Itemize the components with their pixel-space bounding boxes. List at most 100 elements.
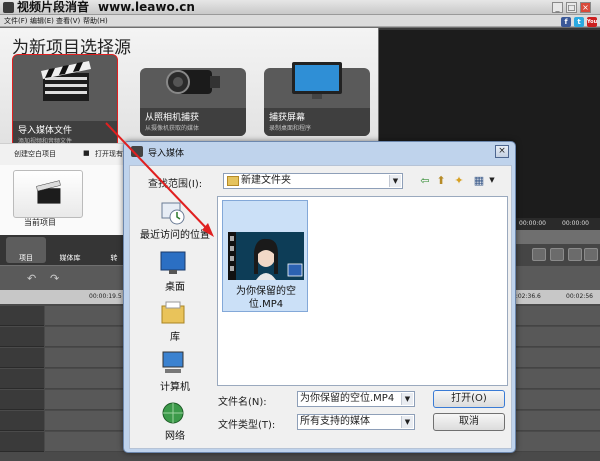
track-header[interactable] <box>0 432 44 452</box>
dialog-close-button[interactable]: × <box>495 145 509 158</box>
place-computer[interactable]: 计算机 <box>135 350 215 393</box>
file-name-label: 为你保留的空位.MP4 <box>236 286 296 310</box>
filename-field[interactable]: 为你保留的空位.MP4 ▼ <box>297 391 415 407</box>
watermark-text: www.leawo.cn <box>98 0 195 14</box>
recent-places-icon <box>161 202 185 225</box>
lookin-label: 查找范围(I): <box>148 179 203 190</box>
tab-project[interactable]: 项目 <box>6 237 46 263</box>
time-display: 00:00:00 00:00:00 <box>514 218 600 230</box>
chevron-down-icon[interactable]: ▼ <box>485 174 499 187</box>
tile-subtitle: 录制桌面和程序 <box>269 125 312 132</box>
undo-icon[interactable]: ↶ <box>27 272 36 285</box>
filetype-value: 所有支持的媒体 <box>300 416 370 427</box>
preview-controls <box>514 244 600 266</box>
camcorder-icon <box>166 70 220 94</box>
capture-screen-tile[interactable]: 捕获屏幕 录制桌面和程序 <box>264 62 370 136</box>
filetype-select[interactable]: 所有支持的媒体 ▼ <box>297 414 415 430</box>
track-header[interactable] <box>0 390 44 410</box>
place-desktop[interactable]: 桌面 <box>135 250 215 293</box>
track-header[interactable] <box>0 348 44 368</box>
track-header[interactable] <box>0 369 44 389</box>
capture-camera-tile[interactable]: 从照相机捕获 从摄像机获取的媒体 <box>140 68 246 136</box>
dialog-body: 查找范围(I): 新建文件夹 ▼ ⇦ ⬆ ✦ ▦ ▼ 最近访问的位置 桌面 库 … <box>129 165 512 449</box>
menu-help[interactable]: 帮助(H) <box>83 16 108 26</box>
tile-caption: 从照相机捕获 从摄像机获取的媒体 <box>140 108 246 136</box>
chevron-down-icon[interactable]: ▼ <box>389 175 401 187</box>
import-media-tile[interactable]: 导入媒体文件 添加视频和音频文件 <box>12 54 118 150</box>
folder-icon <box>227 176 239 186</box>
place-label: 网络 <box>165 431 185 442</box>
menu-view[interactable]: 查看(V) <box>56 16 80 26</box>
track-header[interactable] <box>0 411 44 431</box>
place-library[interactable]: 库 <box>135 300 215 343</box>
tile-title: 从照相机捕获 <box>145 113 200 123</box>
clapperboard-icon <box>41 61 91 101</box>
project-actions: 创建空白项目 ■ 打开现有项 <box>0 143 130 165</box>
time-current: 00:00:00 <box>519 220 546 227</box>
tab-media-library[interactable]: 媒体库 <box>50 237 90 263</box>
import-media-dialog: 导入媒体 × 查找范围(I): 新建文件夹 ▼ ⇦ ⬆ ✦ ▦ ▼ 最近访问的位… <box>123 141 516 453</box>
chevron-down-icon[interactable]: ▼ <box>401 416 413 428</box>
computer-icon <box>162 351 184 373</box>
place-recent[interactable]: 最近访问的位置 <box>135 200 215 248</box>
chevron-down-icon[interactable]: ▼ <box>401 393 413 405</box>
clapperboard-icon <box>36 180 61 204</box>
tile-caption: 捕获屏幕 录制桌面和程序 <box>264 108 370 136</box>
snapshot-icon[interactable] <box>550 248 564 261</box>
bottom-tabs: 项目 媒体库 转 <box>0 235 130 265</box>
menu-file[interactable]: 文件(F) <box>4 16 28 26</box>
app-icon <box>3 2 14 13</box>
place-label: 最近访问的位置 <box>140 230 210 241</box>
tile-subtitle: 从摄像机获取的媒体 <box>145 125 200 132</box>
places-bar: 最近访问的位置 桌面 库 计算机 网络 <box>135 196 215 442</box>
folder-icon: ■ <box>83 149 90 157</box>
open-button[interactable]: 打开(O) <box>433 390 505 408</box>
filename-label: 文件名(N): <box>218 397 267 408</box>
back-icon[interactable]: ⇦ <box>418 174 432 187</box>
current-project-label: 当前项目 <box>24 218 56 227</box>
time-total: 00:00:00 <box>562 220 589 227</box>
cancel-button[interactable]: 取消 <box>433 413 505 431</box>
desktop-icon <box>160 251 186 274</box>
maximize-button[interactable]: □ <box>566 2 577 13</box>
preview-top-bar <box>379 28 600 30</box>
track-header[interactable] <box>0 306 44 326</box>
filename-value: 为你保留的空位.MP4 <box>300 393 395 404</box>
library-icon <box>161 301 185 324</box>
title-bar: 视频片段消音 www.leawo.cn _ □ × <box>0 0 600 15</box>
aspect-icon[interactable] <box>532 248 546 261</box>
youtube-icon[interactable]: You <box>587 17 597 27</box>
current-project-thumbnail[interactable] <box>13 170 83 218</box>
facebook-icon[interactable]: f <box>561 17 571 27</box>
create-blank-project[interactable]: 创建空白项目 <box>14 149 56 159</box>
place-label: 库 <box>170 332 180 343</box>
file-list: 为你保留的空位.MP4 <box>217 196 508 386</box>
dialog-app-icon <box>131 146 143 157</box>
place-label: 计算机 <box>160 382 190 393</box>
ruler-tick: 00:00:19.5 <box>89 293 122 300</box>
view-menu-icon[interactable]: ▦ <box>472 174 486 187</box>
project-area: 当前项目 <box>0 165 130 235</box>
network-icon <box>162 402 184 424</box>
menu-edit[interactable]: 编辑(E) <box>30 16 54 26</box>
tile-title: 捕获屏幕 <box>269 113 306 123</box>
place-network[interactable]: 网络 <box>135 400 215 442</box>
ruler-tick: 00:02:56 <box>566 293 593 300</box>
filetype-label: 文件类型(T): <box>218 420 276 431</box>
volume-icon[interactable] <box>568 248 582 261</box>
track-header[interactable] <box>0 327 44 347</box>
redo-icon[interactable]: ↷ <box>50 272 59 285</box>
lookin-value: 新建文件夹 <box>241 175 291 186</box>
menu-bar: 文件(F) 编辑(E) 查看(V) 帮助(H) f t You <box>0 15 600 27</box>
twitter-icon[interactable]: t <box>574 17 584 27</box>
fullscreen-icon[interactable] <box>584 248 598 261</box>
up-folder-icon[interactable]: ⬆ <box>434 174 448 187</box>
close-button[interactable]: × <box>580 2 591 13</box>
video-thumbnail <box>228 232 304 280</box>
file-item[interactable]: 为你保留的空位.MP4 <box>222 200 308 312</box>
video-thumbnail-image <box>228 232 304 280</box>
new-folder-icon[interactable]: ✦ <box>452 174 466 187</box>
ruler-tick: 0:02:36.6 <box>512 293 541 300</box>
lookin-select[interactable]: 新建文件夹 ▼ <box>223 173 403 189</box>
minimize-button[interactable]: _ <box>552 2 563 13</box>
